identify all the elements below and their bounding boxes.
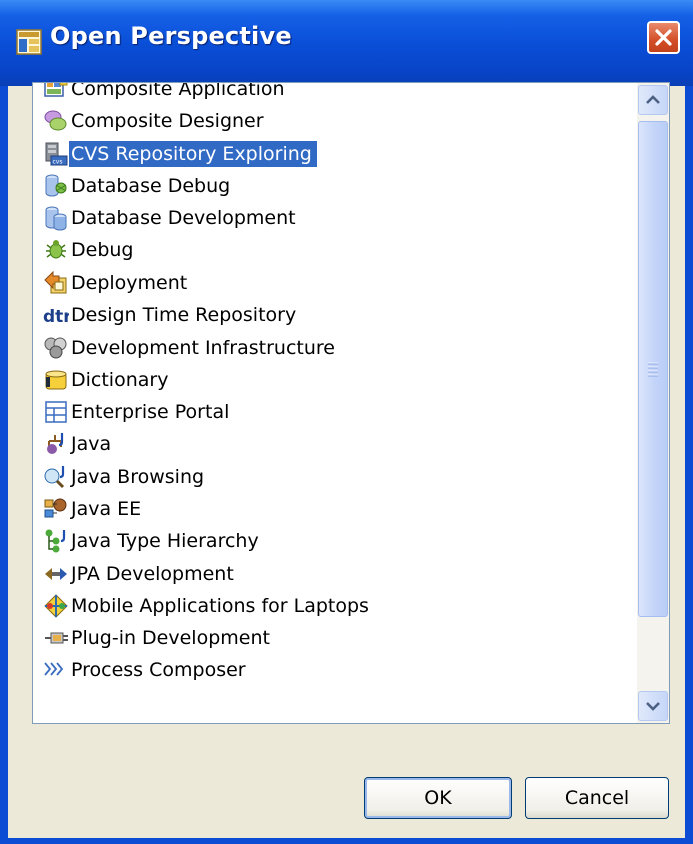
close-button[interactable] xyxy=(647,21,680,54)
close-icon xyxy=(655,29,672,46)
chevron-down-icon xyxy=(646,702,660,711)
scrollbar-thumb[interactable] xyxy=(638,121,668,617)
list-item-label: Java Browsing xyxy=(71,466,205,488)
list-item-label: Database Debug xyxy=(71,175,231,197)
list-item[interactable]: dtr Design Time Repository xyxy=(43,299,301,331)
enterprise-portal-icon xyxy=(45,401,67,423)
open-perspective-dialog: Open Perspective Composite Application Co… xyxy=(0,0,693,844)
list-item[interactable]: Java xyxy=(43,428,116,460)
deployment-icon xyxy=(44,270,67,294)
ok-button-label: OK xyxy=(424,787,452,809)
list-item-label: Plug-in Development xyxy=(71,627,270,649)
list-item-label: Design Time Repository xyxy=(71,304,297,326)
list-item-label: Composite Application xyxy=(71,83,285,100)
process-composer-icon xyxy=(44,662,64,676)
list-item-label: Java EE xyxy=(71,498,142,520)
perspective-list-items: Composite Application Composite Designer c… xyxy=(33,83,631,723)
perspective-icon xyxy=(16,29,42,55)
cvs-repository-icon: cvs xyxy=(45,142,68,166)
scroll-up-button[interactable] xyxy=(638,85,668,115)
list-item[interactable]: Dictionary xyxy=(43,364,173,396)
list-item-label: Enterprise Portal xyxy=(71,401,230,423)
list-item-label: Development Infrastructure xyxy=(71,337,335,359)
list-item[interactable]: Development Infrastructure xyxy=(43,332,340,364)
list-item[interactable]: Database Debug xyxy=(43,170,235,202)
title-bar[interactable]: Open Perspective xyxy=(0,0,693,86)
list-item-label: Deployment xyxy=(71,272,188,294)
window-frame-bottom xyxy=(0,838,693,844)
dictionary-icon xyxy=(45,370,67,390)
development-infrastructure-icon xyxy=(44,337,67,359)
list-item-label: Java xyxy=(71,433,112,455)
vertical-scrollbar[interactable] xyxy=(637,83,669,723)
bug-icon xyxy=(46,240,66,259)
dtr-icon: dtr xyxy=(43,307,69,327)
scroll-down-button[interactable] xyxy=(638,691,668,721)
chevron-up-icon xyxy=(646,95,660,104)
list-item[interactable]: Composite Designer xyxy=(43,105,269,137)
window-frame-right xyxy=(685,86,693,844)
list-item[interactable]: Mobile Applications for Laptops xyxy=(43,590,374,622)
list-item-label: Java Type Hierarchy xyxy=(71,530,259,552)
list-item[interactable]: Java EE xyxy=(43,493,146,525)
list-item[interactable]: Process Composer xyxy=(43,654,251,686)
svg-text:cvs: cvs xyxy=(53,159,63,166)
jpa-icon xyxy=(45,568,67,580)
database-development-icon xyxy=(45,206,67,231)
list-item[interactable]: Deployment xyxy=(43,267,192,299)
list-item[interactable]: Java Browsing xyxy=(43,461,209,493)
ok-button[interactable]: OK xyxy=(364,777,512,819)
list-item[interactable]: JPA Development xyxy=(43,558,239,590)
list-item[interactable]: Enterprise Portal xyxy=(43,396,234,428)
database-debug-icon xyxy=(45,174,67,197)
list-item[interactable]: Java Type Hierarchy xyxy=(43,525,264,557)
java-ee-icon xyxy=(44,498,67,518)
window-frame-left xyxy=(0,86,8,844)
perspective-list[interactable]: Composite Application Composite Designer c… xyxy=(32,82,670,724)
list-item-label: Database Development xyxy=(71,207,296,229)
list-item-label: Mobile Applications for Laptops xyxy=(71,595,369,617)
java-type-hierarchy-icon xyxy=(45,529,66,553)
list-item[interactable]: Debug xyxy=(43,234,138,266)
list-item-label: Process Composer xyxy=(71,659,246,681)
grip-icon xyxy=(648,362,658,377)
list-item-label: CVS Repository Exploring xyxy=(69,141,317,167)
java-browsing-icon xyxy=(44,466,65,489)
list-item-label: JPA Development xyxy=(71,563,234,585)
composite-designer-icon xyxy=(44,110,67,131)
java-icon xyxy=(47,433,64,454)
svg-text:dtr: dtr xyxy=(43,307,69,327)
cancel-button-label: Cancel xyxy=(564,787,630,809)
list-item[interactable]: Database Development xyxy=(43,202,301,234)
mobile-applications-icon xyxy=(44,594,68,618)
list-item-label: Debug xyxy=(71,239,134,261)
list-item[interactable]: cvs CVS Repository Exploring xyxy=(43,138,317,170)
list-item-label: Composite Designer xyxy=(71,110,264,132)
dialog-title: Open Perspective xyxy=(50,22,292,50)
list-item-label: Dictionary xyxy=(71,369,169,391)
cancel-button[interactable]: Cancel xyxy=(525,777,669,819)
list-item[interactable]: Composite Application xyxy=(43,83,290,105)
list-item[interactable]: Plug-in Development xyxy=(43,622,275,654)
composite-application-icon xyxy=(44,83,68,97)
plugin-icon xyxy=(45,632,68,644)
